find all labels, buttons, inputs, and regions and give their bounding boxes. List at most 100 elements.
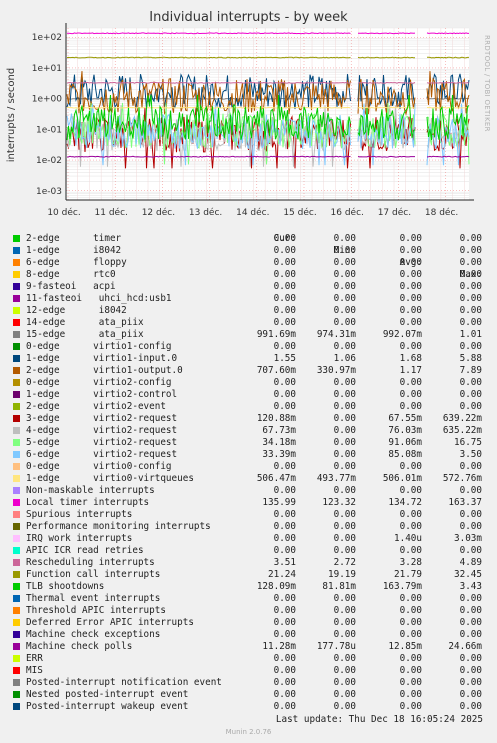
legend-label: 0-edge virtio1-config — [26, 341, 172, 352]
legend-min: 330.97m — [316, 365, 356, 376]
legend-row: Thermal event interrupts 0.00 0.00 0.00 0.00 — [0, 593, 497, 605]
legend-max: 0.00 — [459, 305, 482, 316]
legend-swatch — [13, 511, 20, 518]
legend-min: 0.00 — [333, 485, 356, 496]
legend-row: 2-edge virtio1-output.0 707.60m 330.97m 1.1… — [0, 365, 497, 377]
y-tick-label: 1e+01 — [32, 64, 62, 74]
legend-row: Machine check polls 11.28m 177.78u 12.85m 24… — [0, 641, 497, 653]
legend-swatch — [13, 283, 20, 290]
legend-min: 123.32 — [322, 497, 356, 508]
legend-swatch — [13, 607, 20, 614]
legend-label: Function call interrupts — [26, 569, 161, 580]
legend-row: 4-edge virtio2-request 67.73m 0.00 76.03m 63… — [0, 425, 497, 437]
legend-max: 0.00 — [459, 701, 482, 712]
legend-swatch — [13, 343, 20, 350]
legend-min: 0.00 — [333, 617, 356, 628]
legend-swatch — [13, 667, 20, 674]
legend-min: 0.00 — [333, 689, 356, 700]
legend-swatch — [13, 247, 20, 254]
legend-swatch — [13, 295, 20, 302]
legend-label: Deferred Error APIC interrupts — [26, 617, 194, 628]
y-tick-label: 1e-02 — [36, 156, 62, 166]
munin-graph: Individual interrupts - by week RRDTOOL … — [0, 0, 497, 743]
x-tick-label: 15 déc. — [283, 207, 316, 218]
legend-label: Posted-interrupt wakeup event — [26, 701, 189, 712]
last-update: Last update: Thu Dec 18 16:05:24 2025 — [275, 714, 483, 725]
legend-label: 4-edge virtio2-request — [26, 425, 178, 436]
legend-max: 0.00 — [459, 269, 482, 280]
legend-label: 6-edge floppy — [26, 257, 127, 268]
legend-swatch — [13, 487, 20, 494]
legend-swatch — [13, 463, 20, 470]
legend-min: 0.00 — [333, 605, 356, 616]
x-tick-label: 11 déc. — [95, 207, 128, 218]
legend-max: 0.00 — [459, 485, 482, 496]
legend-min: 0.00 — [333, 257, 356, 268]
legend-swatch — [13, 235, 20, 242]
legend-row: APIC ICR read retries 0.00 0.00 0.00 0.00 — [0, 545, 497, 557]
legend-swatch — [13, 355, 20, 362]
y-tick-label: 1e-03 — [36, 187, 62, 197]
legend-swatch — [13, 535, 20, 542]
legend-label: Posted-interrupt notification event — [26, 677, 222, 688]
legend-min: 0.00 — [333, 545, 356, 556]
y-axis-label: interrupts / second — [6, 68, 17, 162]
legend-label: ERR — [26, 653, 43, 664]
legend-min: 493.77m — [316, 473, 356, 484]
legend-max: 1.01 — [459, 329, 482, 340]
x-tick-label: 16 déc. — [331, 207, 364, 218]
legend-row: Rescheduling interrupts 3.51 2.72 3.28 4.89 — [0, 557, 497, 569]
x-tick-label: 10 déc. — [47, 207, 80, 218]
legend-min: 974.31m — [316, 329, 356, 340]
legend-min: 19.19 — [328, 569, 356, 580]
legend-row: 0-edge virtio1-config 0.00 0.00 0.00 0.00 — [0, 341, 497, 353]
legend-row: 12-edge i8042 0.00 0.00 0.00 0.00 — [0, 305, 497, 317]
legend-max: 32.45 — [454, 569, 482, 580]
legend-label: IRQ work interrupts — [26, 533, 133, 544]
legend-min: 0.00 — [333, 341, 356, 352]
legend-max: 3.43 — [459, 581, 482, 592]
x-tick-label: 14 déc. — [236, 207, 269, 218]
y-tick-label: 1e-01 — [36, 125, 62, 135]
legend-label: Spurious interrupts — [26, 509, 133, 520]
legend-max: 0.00 — [459, 689, 482, 700]
legend-swatch — [13, 619, 20, 626]
legend-label: Machine check exceptions — [26, 629, 161, 640]
legend-max: 0.00 — [459, 605, 482, 616]
legend-swatch — [13, 331, 20, 338]
legend-min: 2.72 — [333, 557, 356, 568]
legend-min: 0.00 — [333, 317, 356, 328]
legend-max: 16.75 — [454, 437, 482, 448]
legend-swatch — [13, 403, 20, 410]
legend-row: Threshold APIC interrupts 0.00 0.00 0.00 0.0… — [0, 605, 497, 617]
legend-max: 635.22m — [442, 425, 482, 436]
legend-row: 1-edge virtio1-input.0 1.55 1.06 1.68 5.88 — [0, 353, 497, 365]
legend-label: 1-edge virtio2-control — [26, 389, 178, 400]
legend-row: 2-edge virtio2-event 0.00 0.00 0.00 0.00 — [0, 401, 497, 413]
legend-max: 0.00 — [459, 461, 482, 472]
legend-min: 0.00 — [333, 461, 356, 472]
legend-label: Local timer interrupts — [26, 497, 150, 508]
legend-row: 8-edge rtc0 0.00 0.00 0.00 0.00 — [0, 269, 497, 281]
y-tick-label: 1e+02 — [32, 33, 62, 43]
legend-max: 0.00 — [459, 293, 482, 304]
legend-max: 0.00 — [459, 653, 482, 664]
legend-max: 0.00 — [459, 677, 482, 688]
legend-min: 177.78u — [316, 641, 356, 652]
legend-row: Posted-interrupt notification event 0.00 0… — [0, 677, 497, 689]
legend-swatch — [13, 391, 20, 398]
legend-max: 3.50 — [459, 449, 482, 460]
legend-swatch — [13, 379, 20, 386]
legend-min: 1.06 — [333, 353, 356, 364]
legend-max: 0.00 — [459, 629, 482, 640]
plot-background — [66, 28, 469, 200]
legend-swatch — [13, 451, 20, 458]
legend-min: 0.00 — [333, 449, 356, 460]
legend-max: 4.89 — [459, 557, 482, 568]
legend-max: 639.22m — [442, 413, 482, 424]
legend-row: Nested posted-interrupt event 0.00 0.00 0.0… — [0, 689, 497, 701]
legend-row: Deferred Error APIC interrupts 0.00 0.00 0.… — [0, 617, 497, 629]
y-tick-label: 1e+00 — [32, 95, 63, 105]
legend-row: 11-fasteoi uhci_hcd:usb1 0.00 0.00 0.00 0.00 — [0, 293, 497, 305]
legend-swatch — [13, 583, 20, 590]
